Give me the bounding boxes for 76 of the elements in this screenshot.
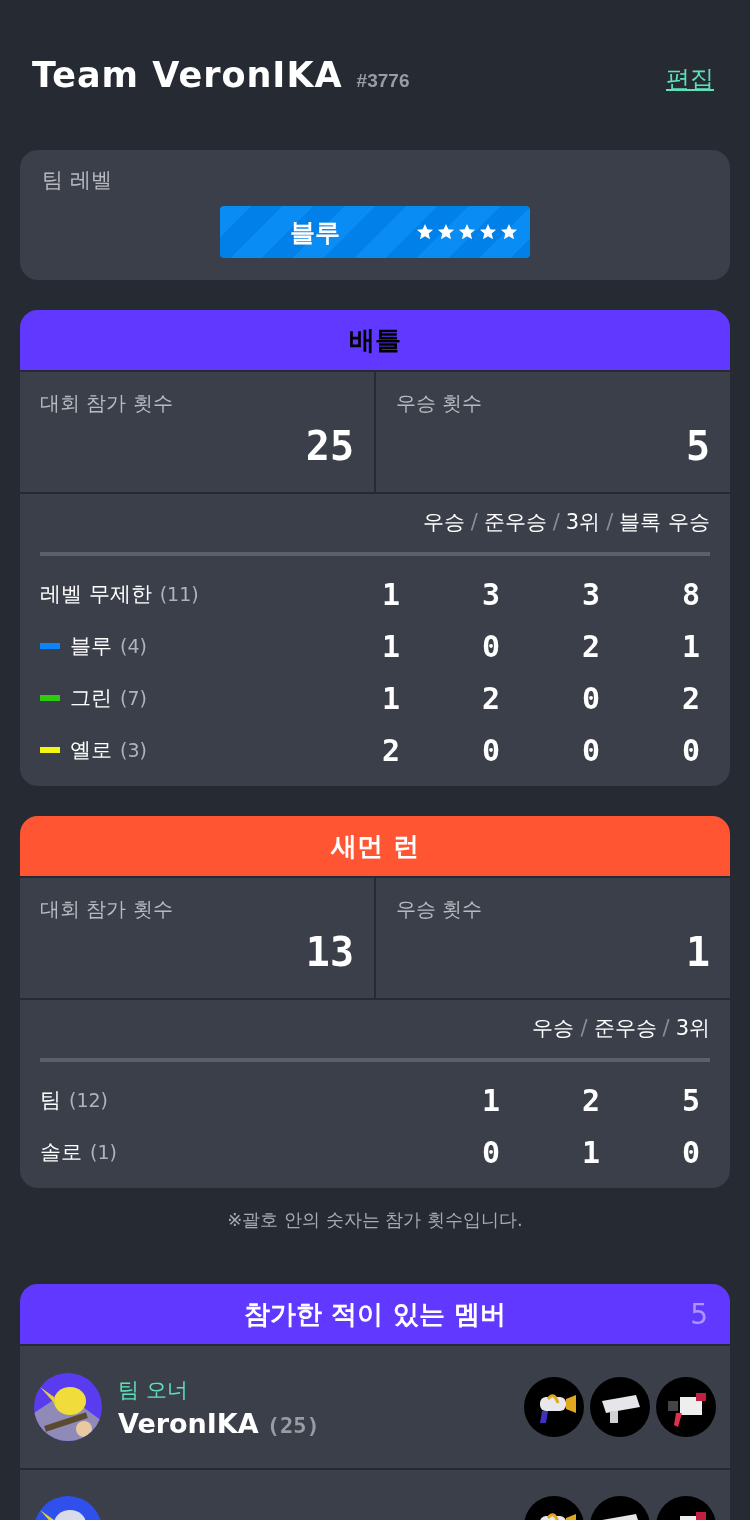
table-cell: 3 — [581, 576, 600, 612]
section-title: 새먼 런 — [331, 829, 419, 863]
separator: / — [470, 510, 478, 534]
device-icon — [656, 1377, 716, 1437]
row-label: 그린 — [70, 685, 112, 712]
table-cell: 2 — [581, 1082, 600, 1118]
separator: / — [552, 510, 560, 534]
row-count: (1) — [90, 1141, 117, 1163]
table-cell: 0 — [481, 628, 500, 664]
star-icon — [479, 223, 497, 241]
member-name: VeronIKA — [118, 1407, 259, 1439]
table-cell: 2 — [481, 680, 500, 716]
member-role: 팀 오너 — [118, 1376, 189, 1404]
row-label: 팀 — [40, 1087, 61, 1114]
stat-value: 1 — [685, 929, 710, 975]
column-heading: 준우승 — [483, 509, 547, 536]
table-cell: 5 — [681, 1082, 700, 1118]
column-heading: 3위 — [565, 509, 601, 536]
table-cell: 0 — [581, 680, 600, 716]
separator: / — [580, 1016, 588, 1040]
table-cell: 0 — [481, 732, 500, 768]
row-count: (4) — [120, 635, 147, 657]
star-icon — [437, 223, 455, 241]
table-cell: 8 — [681, 576, 700, 612]
edit-link[interactable]: 편집 — [666, 63, 714, 95]
table-cell: 2 — [581, 628, 600, 664]
row-label: 솔로 — [40, 1139, 82, 1166]
stat-label: 대회 참가 횟수 — [40, 390, 174, 417]
column-heading: 준우승 — [593, 1015, 657, 1042]
member-row[interactable]: 팀 오너 VeronIKA (25) — [20, 1346, 730, 1470]
stat-label: 우승 횟수 — [396, 896, 484, 923]
table-cell: 1 — [381, 680, 400, 716]
separator: / — [662, 1016, 670, 1040]
table-cell: 1 — [481, 1082, 500, 1118]
row-count: (3) — [120, 739, 147, 761]
star-icon — [500, 223, 518, 241]
column-heading: 블록 우승 — [619, 509, 710, 536]
separator: / — [606, 510, 614, 534]
member-count: 5 — [690, 1297, 708, 1331]
table-cell: 1 — [381, 576, 400, 612]
column-heading: 3위 — [675, 1015, 710, 1042]
team-level-label: 팀 레벨 — [42, 167, 113, 194]
team-title: Team VeronIKA — [32, 55, 343, 95]
stat-value: 13 — [305, 929, 354, 975]
table-cell: 0 — [681, 732, 700, 768]
stat-value: 25 — [305, 423, 354, 469]
row-count: (12) — [69, 1089, 108, 1111]
table-cell: 1 — [581, 1134, 600, 1170]
section-title: 참가한 적이 있는 멤버 — [244, 1297, 506, 1331]
table-cell: 0 — [681, 1134, 700, 1170]
column-heading: 우승 — [422, 509, 465, 536]
table-cell: 1 — [381, 628, 400, 664]
stat-label: 대회 참가 횟수 — [40, 896, 174, 923]
team-tag: #3776 — [356, 70, 410, 92]
row-label: 레벨 무제한 — [40, 581, 152, 608]
table-cell: 0 — [481, 1134, 500, 1170]
table-cell: 1 — [681, 628, 700, 664]
blaster-icon — [524, 1377, 584, 1437]
section-title: 배틀 — [349, 323, 401, 357]
row-count: (7) — [120, 687, 147, 709]
stat-value: 5 — [685, 423, 710, 469]
table-cell: 2 — [681, 680, 700, 716]
row-label: 블루 — [70, 633, 112, 660]
table-cell: 3 — [481, 576, 500, 612]
table-cell: 0 — [581, 732, 600, 768]
cannon-icon — [590, 1377, 650, 1437]
member-count: (25) — [266, 1412, 320, 1438]
stat-label: 우승 횟수 — [396, 390, 484, 417]
footnote: ※괄호 안의 숫자는 참가 횟수입니다. — [226, 1208, 524, 1232]
row-count: (11) — [159, 583, 199, 605]
row-label: 옐로 — [70, 737, 112, 764]
star-icon — [416, 223, 434, 241]
column-heading: 우승 — [532, 1015, 575, 1042]
star-icon — [458, 223, 476, 241]
level-name: 블루 — [290, 216, 340, 249]
table-cell: 2 — [381, 732, 400, 768]
